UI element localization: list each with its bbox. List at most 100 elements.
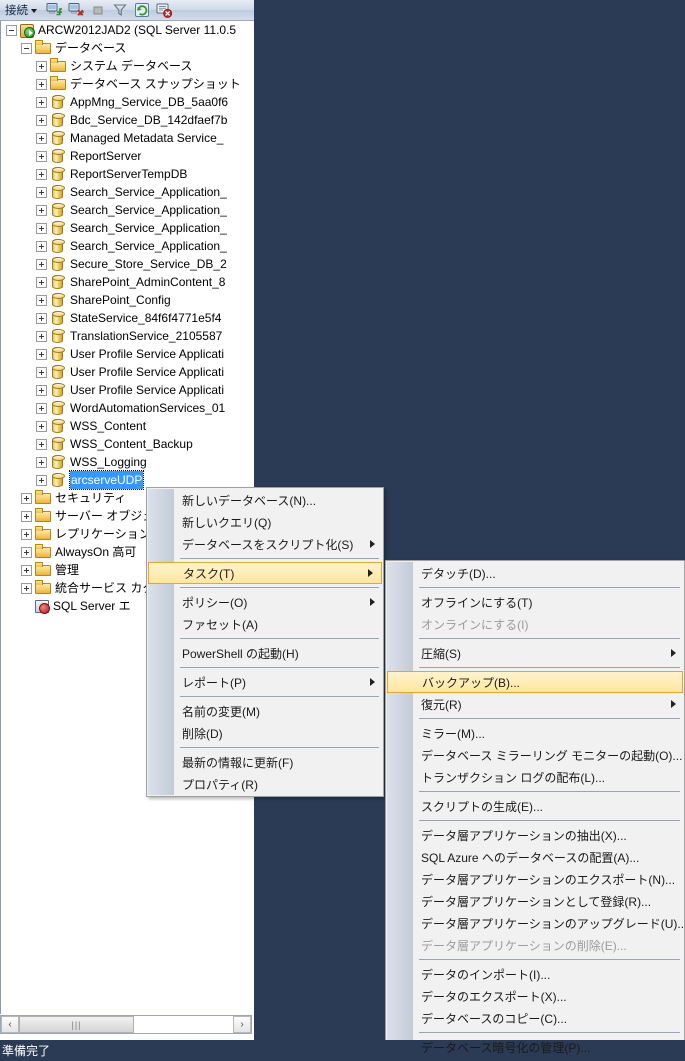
expander-plus-icon[interactable] [36, 312, 47, 324]
database-context-menu[interactable]: 新しいデータベース(N)... 新しいクエリ(Q) データベースをスクリプト化(S)… [146, 487, 384, 797]
context-menu-item[interactable]: レポート(P) [147, 671, 383, 693]
tasks-submenu-item[interactable]: データ層アプリケーションの抽出(X)... [386, 824, 684, 846]
expander-plus-icon[interactable] [36, 222, 47, 234]
expander-plus-icon[interactable] [36, 456, 47, 468]
expander-plus-icon[interactable] [21, 564, 32, 576]
tasks-submenu-item[interactable]: データ層アプリケーションとして登録(R)... [386, 890, 684, 912]
expander-plus-icon[interactable] [36, 348, 47, 360]
expander-plus-icon[interactable] [36, 330, 47, 342]
filter-icon[interactable] [109, 1, 131, 20]
scrollbar-track[interactable]: ||| [19, 1016, 233, 1033]
tree-node-database[interactable]: Search_Service_Application_ [1, 219, 248, 237]
tree-node-database[interactable]: Secure_Store_Service_DB_2 [1, 255, 248, 273]
tree-node-database[interactable]: AppMng_Service_DB_5aa0f6 [1, 93, 248, 111]
report-error-icon[interactable] [153, 1, 175, 20]
expander-plus-icon[interactable] [36, 60, 47, 72]
tree-node-database[interactable]: Search_Service_Application_ [1, 201, 248, 219]
tasks-submenu-item[interactable]: データのエクスポート(X)... [386, 985, 684, 1007]
tree-node-database[interactable]: システム データベース [1, 57, 248, 75]
tasks-submenu-item[interactable]: デタッチ(D)... [386, 562, 684, 584]
context-menu-item[interactable]: PowerShell の起動(H) [147, 642, 383, 664]
expander-plus-icon[interactable] [36, 186, 47, 198]
expander-plus-icon[interactable] [36, 132, 47, 144]
expander-plus-icon[interactable] [36, 78, 47, 90]
context-menu-item[interactable]: プロパティ(R) [147, 773, 383, 795]
tree-node-database[interactable]: ReportServerTempDB [1, 165, 248, 183]
tasks-submenu-item[interactable]: ミラー(M)... [386, 722, 684, 744]
tree-node-database[interactable]: TranslationService_2105587 [1, 327, 248, 345]
tasks-submenu-item[interactable]: データ層アプリケーションのアップグレード(U)... [386, 912, 685, 934]
expander-plus-icon[interactable] [36, 294, 47, 306]
tasks-submenu-item[interactable]: データベース暗号化の管理(P)... [386, 1036, 684, 1058]
expander-plus-icon[interactable] [36, 240, 47, 252]
tasks-submenu-item[interactable]: トランザクション ログの配布(L)... [386, 766, 684, 788]
context-menu-item[interactable]: タスク(T) [148, 562, 382, 584]
scrollbar-thumb[interactable]: ||| [19, 1016, 134, 1033]
tree-node-server[interactable]: ARCW2012JAD2 (SQL Server 11.0.5 [1, 21, 248, 39]
tree-node-database[interactable]: SharePoint_Config [1, 291, 248, 309]
tree-node-database[interactable]: Search_Service_Application_ [1, 183, 248, 201]
tasks-submenu-item[interactable]: データのインポート(I)... [386, 963, 684, 985]
tasks-submenu-item[interactable]: SQL Azure へのデータベースの配置(A)... [386, 846, 684, 868]
tasks-submenu-item[interactable]: データベースのコピー(C)... [386, 1007, 684, 1029]
context-menu-item[interactable]: 名前の変更(M) [147, 700, 383, 722]
context-menu-item[interactable]: データベースをスクリプト化(S) [147, 533, 383, 555]
horizontal-scrollbar[interactable]: ‹ ||| › [0, 1015, 252, 1034]
tree-node-database[interactable]: User Profile Service Applicati [1, 345, 248, 363]
expander-plus-icon[interactable] [36, 204, 47, 216]
expander-plus-icon[interactable] [36, 276, 47, 288]
tasks-submenu-item[interactable]: 圧縮(S) [386, 642, 684, 664]
tree-node-database[interactable]: SharePoint_AdminContent_8 [1, 273, 248, 291]
context-menu-item[interactable]: 最新の情報に更新(F) [147, 751, 383, 773]
tree-node-database[interactable]: WordAutomationServices_01 [1, 399, 248, 417]
tree-node-database[interactable]: ReportServer [1, 147, 248, 165]
tasks-submenu[interactable]: デタッチ(D)... オフラインにする(T) オンラインにする(I) 圧縮(S) バック… [385, 560, 685, 1060]
tasks-submenu-item[interactable]: データ層アプリケーションのエクスポート(N)... [386, 868, 684, 890]
expander-plus-icon[interactable] [36, 168, 47, 180]
expander-plus-icon[interactable] [36, 150, 47, 162]
tree-node-database[interactable]: User Profile Service Applicati [1, 381, 248, 399]
tree-node-databases[interactable]: データベース [1, 39, 248, 57]
expander-minus-icon[interactable] [6, 24, 17, 36]
expander-plus-icon[interactable] [36, 258, 47, 270]
context-menu-item[interactable]: 削除(D) [147, 722, 383, 744]
expander-plus-icon[interactable] [36, 402, 47, 414]
expander-plus-icon[interactable] [21, 528, 32, 540]
refresh-icon[interactable] [131, 1, 153, 20]
context-menu-item[interactable]: ファセット(A) [147, 613, 383, 635]
disconnect-object-explorer-icon[interactable] [65, 1, 87, 20]
context-menu-item[interactable]: 新しいデータベース(N)... [147, 489, 383, 511]
expander-plus-icon[interactable] [36, 384, 47, 396]
tasks-submenu-item[interactable]: 復元(R) [386, 693, 684, 715]
tree-node-database[interactable]: WSS_Content_Backup [1, 435, 248, 453]
expander-plus-icon[interactable] [36, 420, 47, 432]
expander-minus-icon[interactable] [21, 42, 32, 54]
scroll-left-button[interactable]: ‹ [1, 1016, 19, 1033]
expander-plus-icon[interactable] [36, 438, 47, 450]
tree-node-database[interactable]: WSS_Logging [1, 453, 248, 471]
tree-node-database[interactable]: WSS_Content [1, 417, 248, 435]
tasks-submenu-item[interactable]: スクリプトの生成(E)... [386, 795, 684, 817]
expander-plus-icon[interactable] [36, 96, 47, 108]
tree-node-database[interactable]: Search_Service_Application_ [1, 237, 248, 255]
tree-node-database[interactable]: User Profile Service Applicati [1, 363, 248, 381]
scroll-right-button[interactable]: › [233, 1016, 251, 1033]
tree-node-database[interactable]: Managed Metadata Service_ [1, 129, 248, 147]
expander-plus-icon[interactable] [21, 546, 32, 558]
tasks-submenu-item[interactable]: データベース ミラーリング モニターの起動(O)... [386, 744, 684, 766]
expander-plus-icon[interactable] [21, 492, 32, 504]
context-menu-item[interactable]: 新しいクエリ(Q) [147, 511, 383, 533]
expander-plus-icon[interactable] [21, 582, 32, 594]
connect-object-explorer-icon[interactable] [43, 1, 65, 20]
tree-node-database[interactable]: データベース スナップショット [1, 75, 248, 93]
expander-plus-icon[interactable] [36, 114, 47, 126]
tree-node-database[interactable]: StateService_84f6f4771e5f4 [1, 309, 248, 327]
expander-plus-icon[interactable] [36, 366, 47, 378]
context-menu-item[interactable]: ポリシー(O) [147, 591, 383, 613]
expander-plus-icon[interactable] [36, 474, 47, 486]
connect-dropdown-button[interactable]: 接続 [3, 2, 39, 18]
tasks-submenu-item[interactable]: バックアップ(B)... [387, 671, 683, 693]
expander-plus-icon[interactable] [21, 510, 32, 522]
tasks-submenu-item[interactable]: オフラインにする(T) [386, 591, 684, 613]
tree-node-database[interactable]: Bdc_Service_DB_142dfaef7b [1, 111, 248, 129]
